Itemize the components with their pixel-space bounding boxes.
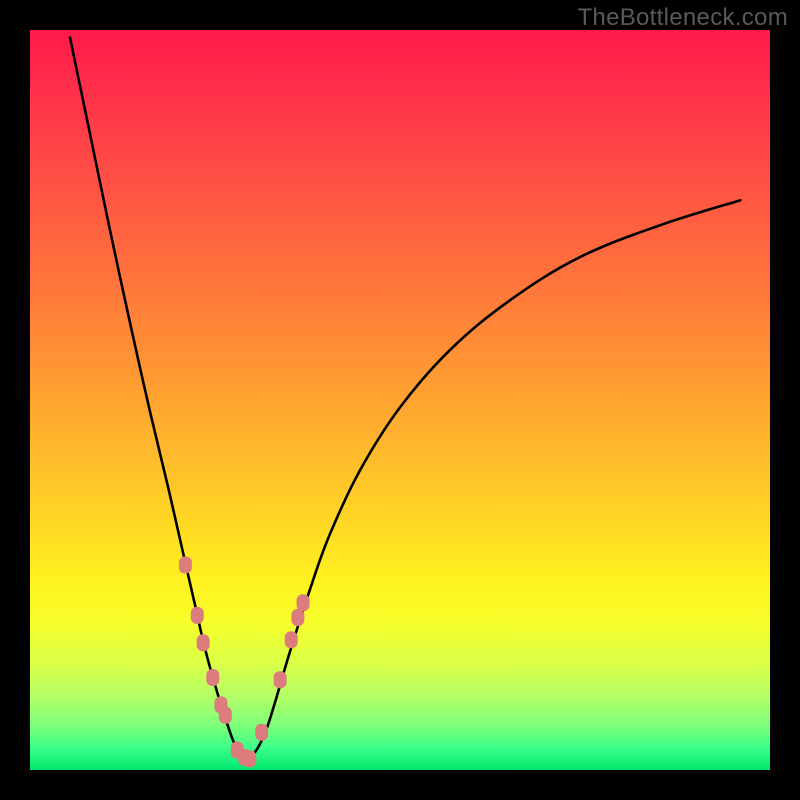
scatter-marker: [179, 557, 192, 574]
left-curve: [70, 37, 245, 759]
chart-svg: [30, 30, 770, 770]
scatter-marker: [291, 609, 304, 626]
scatter-marker: [285, 631, 298, 648]
scatter-marker: [219, 707, 232, 724]
right-curve: [245, 200, 740, 759]
scatter-marker: [197, 634, 210, 651]
chart-frame: TheBottleneck.com: [0, 0, 800, 800]
watermark-text: TheBottleneck.com: [577, 4, 788, 32]
scatter-marker: [191, 607, 204, 624]
scatter-markers: [179, 557, 310, 768]
scatter-marker: [274, 671, 287, 688]
plot-area: [30, 30, 770, 770]
scatter-marker: [243, 750, 256, 767]
scatter-marker: [297, 594, 310, 611]
scatter-marker: [255, 724, 268, 741]
scatter-marker: [206, 669, 219, 686]
